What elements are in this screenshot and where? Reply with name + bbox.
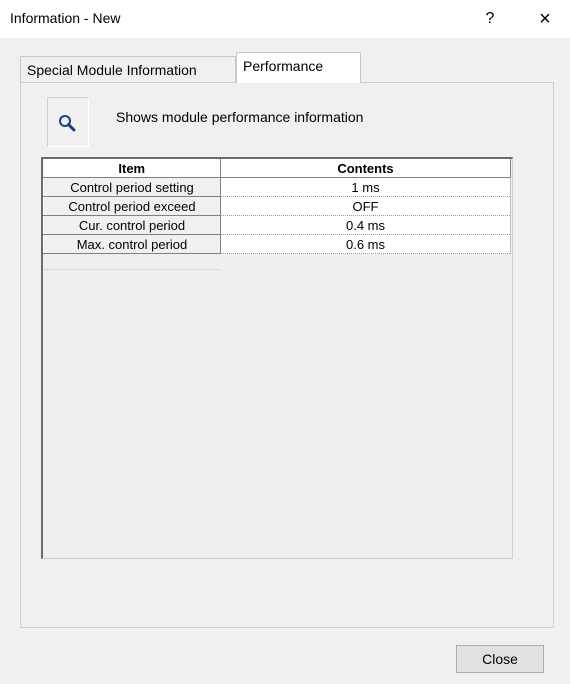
- column-header-contents[interactable]: Contents: [220, 159, 511, 178]
- table-row[interactable]: Control period setting 1 ms: [43, 177, 511, 197]
- close-button[interactable]: Close: [456, 645, 544, 673]
- row-contents-value: OFF: [220, 196, 511, 216]
- row-contents-value: 0.4 ms: [220, 215, 511, 235]
- row-item-label: Max. control period: [43, 234, 221, 254]
- tab-special-module-information[interactable]: Special Module Information: [20, 56, 236, 82]
- title-bar: Information - New ? ×: [0, 0, 570, 38]
- row-contents-value: 0.6 ms: [220, 234, 511, 254]
- table-row[interactable]: Control period exceed OFF: [43, 196, 511, 216]
- table-header-row: Item Contents: [43, 159, 511, 178]
- window-close-button[interactable]: ×: [530, 6, 560, 32]
- row-item-label: Cur. control period: [43, 215, 221, 235]
- performance-panel: Shows module performance information Ite…: [20, 82, 554, 628]
- description-text: Shows module performance information: [116, 109, 364, 125]
- column-header-item[interactable]: Item: [43, 159, 221, 178]
- row-item-label: Control period setting: [43, 177, 221, 197]
- empty-row-divider: [44, 269, 220, 270]
- performance-table: Item Contents Control period setting 1 m…: [43, 159, 511, 254]
- row-contents-value: 1 ms: [220, 177, 511, 197]
- performance-grid[interactable]: Item Contents Control period setting 1 m…: [41, 157, 513, 559]
- window-title: Information - New: [10, 10, 121, 26]
- row-item-label: Control period exceed: [43, 196, 221, 216]
- description-icon-box: [47, 97, 89, 147]
- tab-performance[interactable]: Performance: [236, 52, 361, 83]
- table-row[interactable]: Max. control period 0.6 ms: [43, 234, 511, 254]
- table-row[interactable]: Cur. control period 0.4 ms: [43, 215, 511, 235]
- search-icon: [59, 115, 76, 132]
- help-button[interactable]: ?: [476, 6, 504, 32]
- dialog-window: Information - New ? × Special Module Inf…: [0, 0, 570, 684]
